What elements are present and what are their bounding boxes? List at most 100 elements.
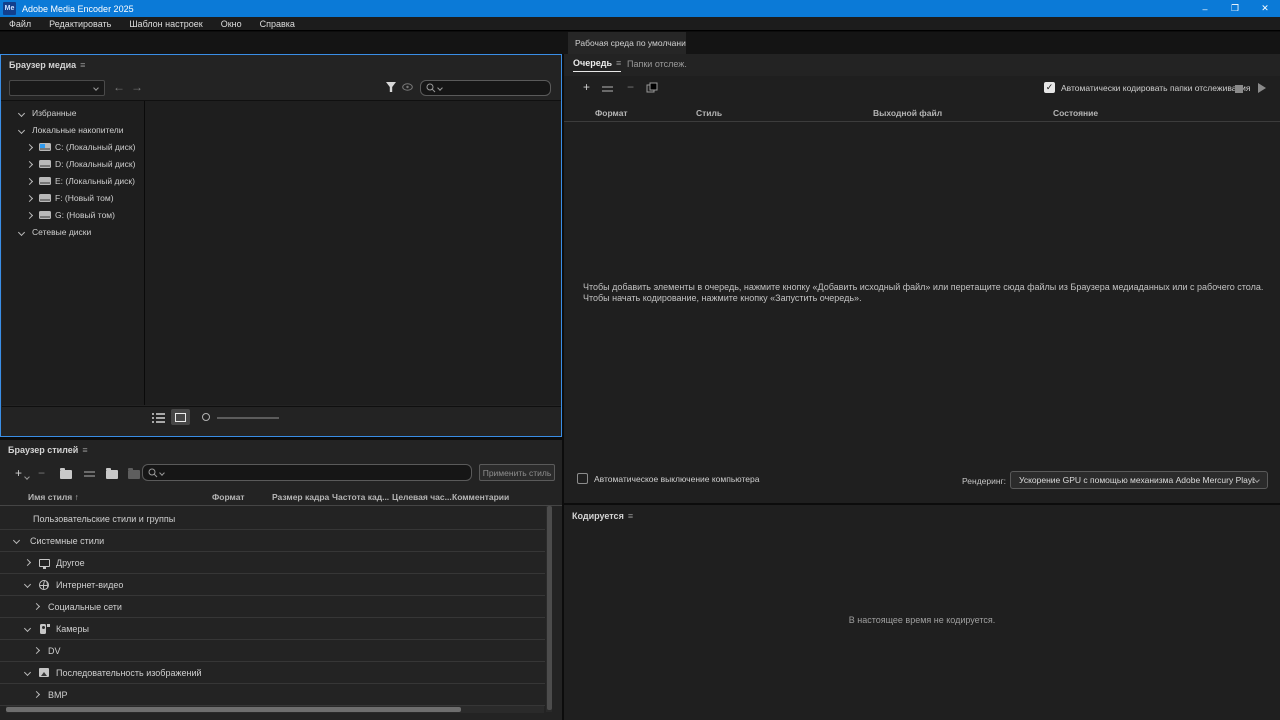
column-format[interactable]: Формат (212, 492, 245, 502)
add-preset-dropdown-icon[interactable] (24, 474, 30, 480)
preset-row-cameras[interactable]: Камеры (0, 618, 545, 640)
menu-edit[interactable]: Редактировать (40, 19, 120, 29)
workspace-tab[interactable]: Рабочая среда по умолчанию ≡ (568, 32, 686, 54)
back-button[interactable]: ← (113, 81, 125, 93)
column-format[interactable]: Формат (595, 108, 628, 118)
tree-item-drive-g[interactable]: G: (Новый том) (2, 207, 142, 224)
media-browser-header: Браузер медиа ≡ (9, 60, 85, 70)
column-frame-rate[interactable]: Частота кад... (332, 492, 389, 502)
queue-toolbar: + − ✓ Автоматически кодировать папки отс… (564, 76, 1280, 102)
image-sequence-icon (39, 668, 49, 677)
tree-item-drive-e[interactable]: E: (Локальный диск) (2, 173, 142, 190)
preset-row-image-sequence[interactable]: Последовательность изображений (0, 662, 545, 684)
sort-ascending-icon: ↑ (74, 492, 79, 502)
queue-menu-icon[interactable]: ≡ (616, 58, 621, 68)
preset-row-social-media[interactable]: Социальные сети (0, 596, 545, 618)
preset-row-system-presets[interactable]: Системные стили (0, 530, 545, 552)
delete-preset-button[interactable]: − (38, 467, 45, 479)
search-icon (426, 83, 436, 93)
preset-row-other[interactable]: Другое (0, 552, 545, 574)
vertical-scrollbar-thumb[interactable] (546, 506, 552, 710)
encoding-status-message: В настоящее время не кодируется. (848, 615, 996, 625)
preset-row-bmp[interactable]: BMP (0, 684, 545, 706)
column-preset[interactable]: Стиль (696, 108, 722, 118)
thumbnail-size-track[interactable] (217, 417, 279, 419)
title-bar: Me Adobe Media Encoder 2025 – ❐ ✕ (0, 0, 1280, 17)
menu-file[interactable]: Файл (0, 19, 40, 29)
column-preset-name[interactable]: Имя стиля ↑ (28, 492, 79, 502)
queue-panel: Очередь ≡ Папки отслеж. + − ✓ Автоматиче… (564, 54, 1280, 503)
auto-shutdown-checkbox[interactable] (577, 473, 588, 484)
media-source-dropdown[interactable] (9, 80, 105, 96)
apply-preset-button[interactable]: Применить стиль (479, 464, 555, 481)
column-comments[interactable]: Комментарии (452, 492, 509, 502)
horizontal-scrollbar[interactable] (6, 706, 544, 713)
column-target-rate[interactable]: Целевая час... (392, 492, 452, 502)
preset-row-web-video[interactable]: Интернет-видео (0, 574, 545, 596)
tree-item-drive-f[interactable]: F: (Новый том) (2, 190, 142, 207)
tree-item-drive-d[interactable]: D: (Локальный диск) (2, 156, 142, 173)
restore-button[interactable]: ❐ (1220, 0, 1250, 17)
thumbnail-size-slider[interactable] (202, 413, 210, 421)
renderer-dropdown[interactable]: Ускорение GPU с помощью механизма Adobe … (1010, 471, 1268, 489)
menu-window[interactable]: Окно (212, 19, 251, 29)
menu-help[interactable]: Справка (251, 19, 304, 29)
search-icon (148, 468, 158, 477)
column-output-file[interactable]: Выходной файл (873, 108, 942, 118)
preset-row-dv[interactable]: DV (0, 640, 545, 662)
tab-watch-folders[interactable]: Папки отслеж. (627, 59, 687, 69)
minimize-button[interactable]: – (1190, 0, 1220, 17)
preset-settings-icon[interactable] (84, 469, 95, 478)
add-source-button[interactable]: + (583, 81, 590, 93)
preset-browser-panel: Браузер стилей ≡ + − Применить стиль Имя… (0, 440, 562, 720)
encoding-title: Кодируется (572, 511, 624, 521)
column-status[interactable]: Состояние (1053, 108, 1098, 118)
duplicate-icon[interactable] (646, 82, 658, 94)
queue-bottom-bar: Автоматическое выключение компьютера Рен… (564, 466, 1280, 496)
tree-divider[interactable] (144, 101, 145, 405)
auto-shutdown-setting[interactable]: Автоматическое выключение компьютера (577, 473, 759, 484)
camera-icon (40, 624, 50, 634)
filter-icon[interactable] (385, 81, 397, 93)
preset-browser-toolbar: + − Применить стиль (0, 462, 562, 486)
thumbnail-view-icon[interactable] (171, 409, 190, 425)
media-browser-menu-icon[interactable]: ≡ (80, 60, 85, 70)
column-frame-size[interactable]: Размер кадра (272, 492, 329, 502)
forward-button[interactable]: → (131, 81, 143, 93)
preset-column-headers: Имя стиля ↑ Формат Размер кадра Частота … (0, 488, 562, 506)
tree-item-local-drives[interactable]: Локальные накопители (2, 122, 142, 139)
auto-encode-setting[interactable]: ✓ Автоматически кодировать папки отслежи… (1044, 82, 1251, 93)
eye-icon[interactable] (402, 83, 413, 91)
media-browser-view-bar (2, 406, 561, 428)
tree-item-drive-c[interactable]: C: (Локальный диск) (2, 139, 142, 156)
add-output-icon[interactable] (602, 84, 613, 93)
encoding-menu-icon[interactable]: ≡ (628, 511, 633, 521)
list-view-icon[interactable] (152, 412, 165, 423)
stop-queue-button[interactable] (1235, 85, 1243, 93)
preset-browser-menu-icon[interactable]: ≡ (82, 445, 87, 455)
app-logo-icon: Me (3, 2, 16, 15)
drive-icon (39, 160, 51, 168)
tab-queue[interactable]: Очередь ≡ (573, 58, 622, 72)
tree-item-favorites[interactable]: Избранные (2, 105, 142, 122)
media-search-input[interactable] (420, 80, 551, 96)
auto-encode-checkbox[interactable]: ✓ (1044, 82, 1055, 93)
preset-search-input[interactable] (142, 464, 472, 481)
rendering-label: Рендеринг: (962, 476, 1007, 486)
media-browser-toolbar: ← → (1, 77, 561, 100)
new-group-icon[interactable] (60, 468, 72, 479)
import-preset-icon[interactable] (106, 468, 118, 479)
menu-preset[interactable]: Шаблон настроек (120, 19, 211, 29)
export-preset-icon[interactable] (128, 468, 140, 479)
drive-icon (39, 194, 51, 202)
add-preset-button[interactable]: + (15, 467, 22, 479)
tree-item-network-drives[interactable]: Сетевые диски (2, 224, 142, 241)
close-button[interactable]: ✕ (1250, 0, 1280, 17)
remove-source-button[interactable]: − (627, 81, 634, 93)
drive-icon (39, 143, 51, 151)
preset-row-user-presets[interactable]: Пользовательские стили и группы (0, 508, 545, 530)
start-queue-button[interactable] (1258, 83, 1266, 93)
horizontal-scrollbar-thumb[interactable] (6, 707, 461, 712)
vertical-scrollbar[interactable] (546, 506, 552, 712)
drive-icon (39, 211, 51, 219)
